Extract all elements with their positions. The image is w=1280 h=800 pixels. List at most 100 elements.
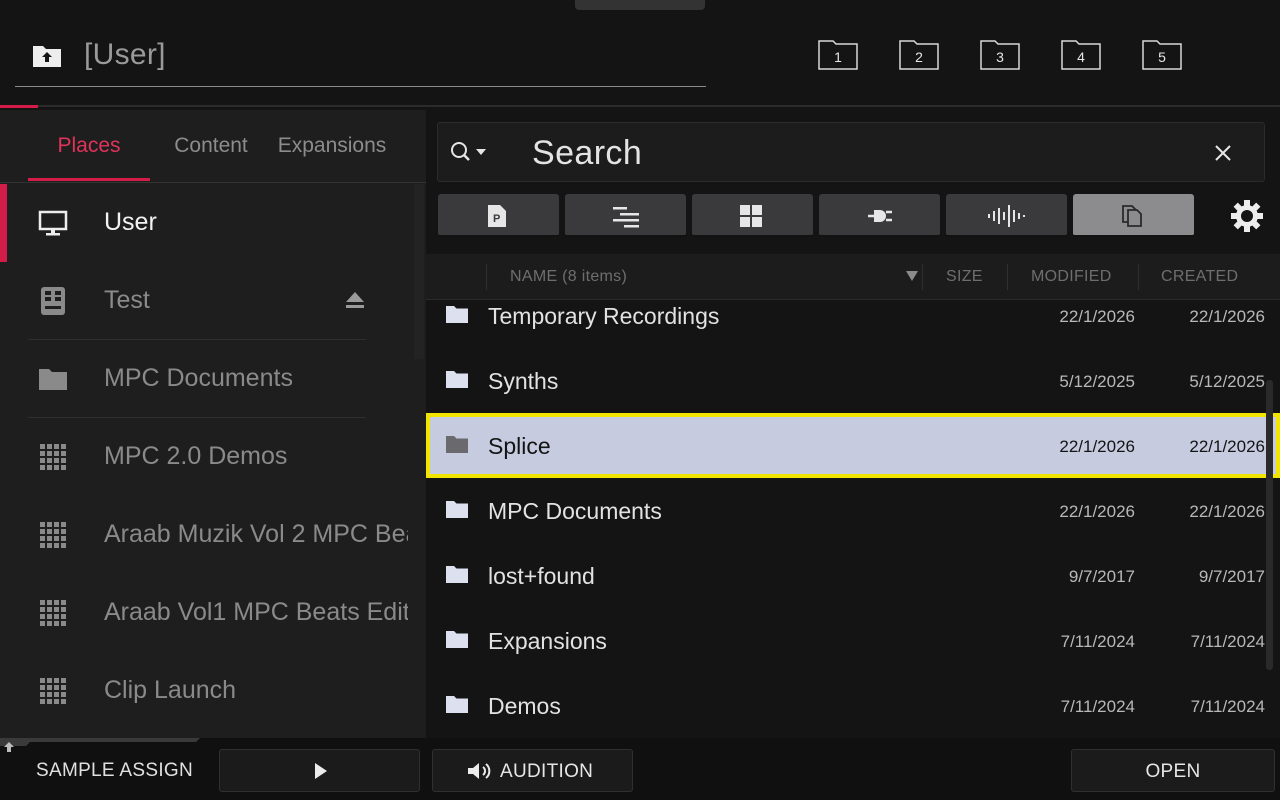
play-button[interactable] xyxy=(219,749,420,792)
column-divider xyxy=(1007,264,1008,290)
column-size-header[interactable]: SIZE xyxy=(946,268,983,286)
audition-button[interactable]: AUDITION xyxy=(432,749,633,792)
file-created: 5/12/2025 xyxy=(1189,372,1265,391)
file-browser-panel: Search P NAME (8 items) SIZE MODIFIED CR… xyxy=(426,110,1280,738)
tab-expansions[interactable]: Expansions xyxy=(272,134,392,158)
column-header: NAME (8 items) SIZE MODIFIED CREATED xyxy=(426,254,1280,300)
pad-grid-filter-icon xyxy=(740,205,762,227)
place-item-araab-vol1[interactable]: Araab Vol1 MPC Beats Edition xyxy=(0,574,426,652)
column-name-header[interactable]: NAME (8 items) xyxy=(510,268,627,286)
grid-icon xyxy=(40,678,66,704)
file-name: lost+found xyxy=(488,563,595,589)
audition-label: AUDITION xyxy=(500,761,594,782)
bookmark-4-button[interactable]: 4 xyxy=(1061,40,1101,70)
arrow-up-icon[interactable] xyxy=(3,741,15,753)
sort-descending-icon[interactable] xyxy=(905,270,919,282)
filter-all-files-button[interactable] xyxy=(1073,194,1194,237)
place-label: Araab Muzik Vol 2 MPC Beats xyxy=(104,520,408,548)
place-item-araab-muzik-vol-2[interactable]: Araab Muzik Vol 2 MPC Beats xyxy=(0,496,426,574)
file-created: 22/1/2026 xyxy=(1189,437,1265,456)
grid-icon xyxy=(40,444,66,470)
place-item-user[interactable]: User xyxy=(0,184,426,262)
bookmark-2-button[interactable]: 2 xyxy=(899,40,939,70)
file-created: 7/11/2024 xyxy=(1190,697,1265,716)
filter-program-button[interactable]: P xyxy=(438,194,559,237)
file-row-mpc-documents[interactable]: MPC Documents 22/1/2026 22/1/2026 xyxy=(426,478,1280,543)
up-folder-icon[interactable] xyxy=(32,42,62,68)
place-item-mpc-2-demos[interactable]: MPC 2.0 Demos xyxy=(0,418,426,496)
file-row-demos[interactable]: Demos 7/11/2024 7/11/2024 xyxy=(426,673,1280,738)
header-divider xyxy=(0,105,1280,107)
column-divider xyxy=(1138,264,1139,290)
gear-icon[interactable] xyxy=(1230,199,1264,233)
place-label: Araab Vol1 MPC Beats Edition xyxy=(104,598,408,626)
column-divider xyxy=(922,264,923,290)
place-label: User xyxy=(104,208,157,236)
bookmark-5-button[interactable]: 5 xyxy=(1142,40,1182,70)
places-scrollbar[interactable] xyxy=(414,184,424,359)
folder-icon xyxy=(446,631,468,648)
place-label: MPC 2.0 Demos xyxy=(104,442,288,470)
place-item-clip-launch[interactable]: Clip Launch xyxy=(0,652,426,730)
sequence-filter-icon xyxy=(613,207,639,228)
play-icon xyxy=(315,763,327,779)
folder-icon xyxy=(446,501,468,518)
tab-content[interactable]: Content xyxy=(150,134,272,158)
filter-kit-button[interactable] xyxy=(692,194,813,237)
open-button[interactable]: OPEN xyxy=(1071,749,1275,792)
bookmark-label: 4 xyxy=(1077,49,1085,65)
place-label: MPC Documents xyxy=(104,364,293,392)
file-row-splice[interactable]: Splice 22/1/2026 22/1/2026 xyxy=(426,413,1280,478)
folder-icon xyxy=(446,696,468,713)
column-modified-header[interactable]: MODIFIED xyxy=(1031,268,1112,286)
bookmark-3-button[interactable]: 3 xyxy=(980,40,1020,70)
file-name: Splice xyxy=(488,433,551,459)
active-tab-indicator xyxy=(28,178,150,181)
column-created-header[interactable]: CREATED xyxy=(1161,268,1238,286)
file-row-synths[interactable]: Synths 5/12/2025 5/12/2025 xyxy=(426,348,1280,413)
folder-icon xyxy=(446,566,468,583)
file-created: 9/7/2017 xyxy=(1198,567,1265,586)
bookmark-1-button[interactable]: 1 xyxy=(818,40,858,70)
sample-filter-icon xyxy=(988,205,1025,227)
grid-icon xyxy=(40,522,66,548)
file-modified: 22/1/2026 xyxy=(1059,502,1135,521)
file-row-lost-found[interactable]: lost+found 9/7/2017 9/7/2017 xyxy=(426,543,1280,608)
sample-assign-label[interactable]: SAMPLE ASSIGN xyxy=(36,760,193,782)
open-label: OPEN xyxy=(1145,761,1201,782)
filter-plugin-button[interactable] xyxy=(819,194,940,237)
file-modified: 5/12/2025 xyxy=(1059,372,1135,391)
file-name: Synths xyxy=(488,368,559,394)
search-input[interactable]: Search xyxy=(437,122,1265,182)
place-item-test[interactable]: Test xyxy=(0,262,426,340)
tab-places[interactable]: Places xyxy=(28,134,150,158)
column-divider xyxy=(486,264,487,290)
file-list-scrollbar[interactable] xyxy=(1266,380,1273,670)
svg-text:P: P xyxy=(493,213,500,225)
drive-icon xyxy=(41,287,65,315)
close-icon[interactable] xyxy=(1213,143,1233,163)
program-filter-icon: P xyxy=(488,205,506,227)
file-row-expansions[interactable]: Expansions 7/11/2024 7/11/2024 xyxy=(426,608,1280,673)
all-files-filter-icon xyxy=(1122,205,1142,227)
eject-icon[interactable] xyxy=(344,290,366,310)
search-icon[interactable] xyxy=(450,141,490,165)
left-tabs: Places Content Expansions xyxy=(0,110,426,183)
bottom-tab-wedge xyxy=(0,738,200,746)
file-row-temporary-recordings[interactable]: Temporary Recordings 22/1/2026 22/1/2026 xyxy=(426,300,1280,348)
top-pull-tab[interactable] xyxy=(575,0,705,10)
file-name: MPC Documents xyxy=(488,498,662,524)
places-list: User Test MPC Documents MPC 2.0 Demos Ar… xyxy=(0,184,426,738)
filter-sample-button[interactable] xyxy=(946,194,1067,237)
place-item-mpc-documents[interactable]: MPC Documents xyxy=(0,340,426,418)
bookmark-label: 3 xyxy=(996,49,1004,65)
plugin-filter-icon xyxy=(868,210,892,222)
file-modified: 7/11/2024 xyxy=(1060,632,1135,651)
file-modified: 22/1/2026 xyxy=(1059,307,1135,326)
folder-icon xyxy=(39,369,67,390)
filter-sequence-button[interactable] xyxy=(565,194,686,237)
header-accent xyxy=(0,105,38,108)
file-created: 22/1/2026 xyxy=(1189,502,1265,521)
file-modified: 22/1/2026 xyxy=(1059,437,1135,456)
bookmark-label: 1 xyxy=(834,49,842,65)
